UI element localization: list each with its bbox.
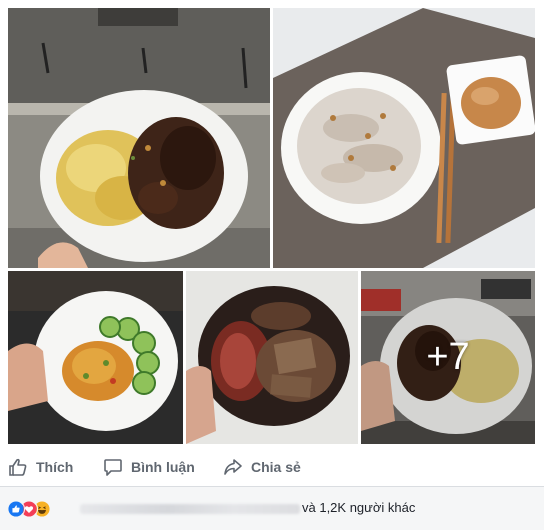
share-button[interactable]: Chia sẻ [223, 450, 301, 484]
reaction-icons [7, 500, 67, 518]
photo-fried-rice-cucumber[interactable] [8, 271, 183, 444]
share-arrow-icon [224, 459, 242, 475]
reactions-summary[interactable]: và 1,2K người khác [0, 487, 544, 530]
thumbs-up-icon [9, 458, 27, 476]
reactions-summary-text[interactable]: và 1,2K người khác [302, 500, 415, 515]
photo-steak-beef[interactable] [186, 271, 358, 444]
like-label: Thích [36, 459, 74, 475]
more-photos-overlay[interactable]: +7 [361, 271, 535, 444]
post-action-bar: Thích Bình luận Chia sẻ [0, 450, 544, 484]
like-button[interactable]: Thích [8, 450, 73, 484]
blurred-reactor-names [80, 504, 300, 514]
more-photos-count: +7 [426, 336, 470, 378]
comment-button[interactable]: Bình luận [103, 450, 195, 484]
share-label: Chia sẻ [251, 459, 301, 475]
photo-rice-beef[interactable] [8, 8, 270, 268]
photo-banh-cuon[interactable] [273, 8, 535, 268]
photo-beef-rice-window[interactable]: +7 [361, 271, 535, 444]
like-icon [7, 500, 25, 518]
comment-icon [104, 459, 122, 476]
comment-label: Bình luận [131, 459, 195, 475]
